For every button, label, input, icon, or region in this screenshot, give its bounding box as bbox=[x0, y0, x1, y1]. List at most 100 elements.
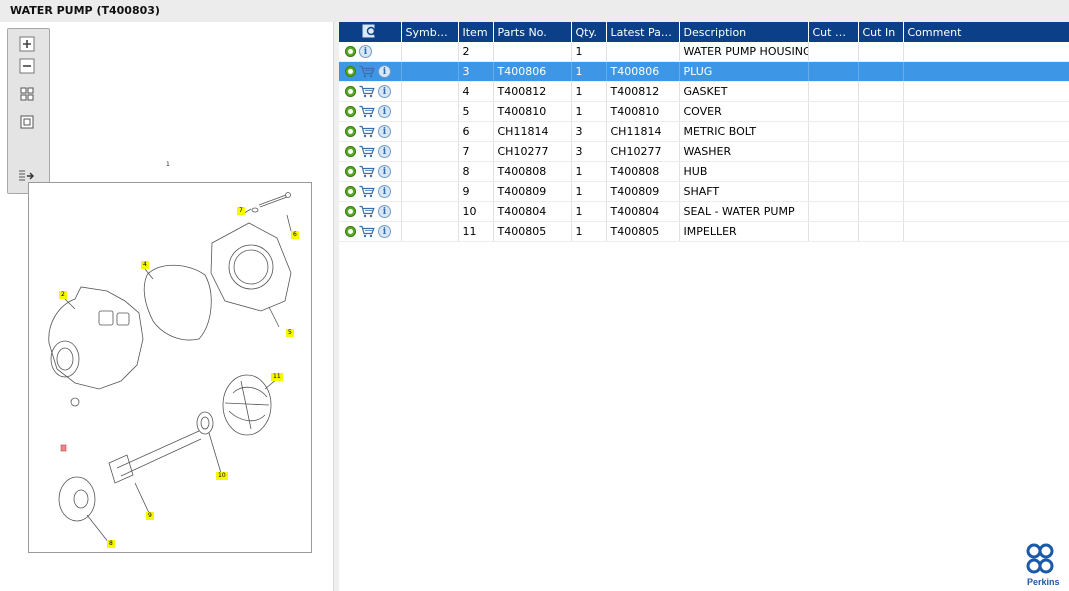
column-header-cut-out[interactable]: Cut Out bbox=[808, 22, 859, 42]
callout-label[interactable]: 9 bbox=[146, 512, 154, 520]
cell-cut-out bbox=[808, 121, 859, 142]
column-header-symbols[interactable]: Symbol(s) bbox=[401, 22, 459, 42]
info-icon[interactable]: i bbox=[378, 85, 391, 98]
cell-comment bbox=[903, 141, 1069, 162]
cell-description: HUB bbox=[679, 161, 809, 182]
cart-icon[interactable] bbox=[359, 205, 375, 218]
cart-icon[interactable] bbox=[359, 125, 375, 138]
zoom-in-button[interactable] bbox=[18, 35, 36, 53]
cell-item: 6 bbox=[458, 121, 494, 142]
row-actions: i bbox=[339, 201, 402, 222]
exploded-diagram: 2 4 5 6 7 8 9 10 11 1 bbox=[28, 161, 312, 553]
table-row[interactable]: i 7 CH10277 3 CH10277 WASHER bbox=[339, 141, 1069, 162]
gear-icon[interactable] bbox=[345, 66, 356, 77]
gear-icon[interactable] bbox=[345, 126, 356, 137]
column-header-parts-no[interactable]: Parts No. bbox=[493, 22, 572, 42]
info-icon[interactable]: i bbox=[378, 125, 391, 138]
cell-latest-part: T400806 bbox=[606, 61, 680, 82]
gear-icon[interactable] bbox=[345, 86, 356, 97]
info-icon[interactable]: i bbox=[378, 145, 391, 158]
gear-icon[interactable] bbox=[345, 146, 356, 157]
callout-label[interactable]: 4 bbox=[141, 261, 149, 269]
cell-cut-out bbox=[808, 141, 859, 162]
gear-icon[interactable] bbox=[345, 186, 356, 197]
info-icon[interactable]: i bbox=[378, 225, 391, 238]
info-icon[interactable]: i bbox=[378, 105, 391, 118]
info-icon[interactable]: i bbox=[378, 165, 391, 178]
fit-all-button[interactable] bbox=[18, 85, 36, 103]
gear-icon[interactable] bbox=[345, 46, 356, 57]
callout-label[interactable]: 6 bbox=[291, 231, 299, 239]
gear-icon[interactable] bbox=[345, 106, 356, 117]
water-pump-drawing bbox=[48, 171, 292, 544]
cart-icon[interactable] bbox=[359, 165, 375, 178]
cell-description: GASKET bbox=[679, 81, 809, 102]
cell-symbols bbox=[401, 81, 459, 102]
gear-icon[interactable] bbox=[345, 206, 356, 217]
cell-item: 11 bbox=[458, 221, 494, 242]
cell-qty: 1 bbox=[571, 42, 607, 62]
column-header-item[interactable]: Item bbox=[458, 22, 494, 42]
cell-item: 5 bbox=[458, 101, 494, 122]
cart-icon[interactable] bbox=[359, 105, 375, 118]
info-icon[interactable]: i bbox=[378, 185, 391, 198]
cart-icon[interactable] bbox=[359, 65, 375, 78]
column-header-qty[interactable]: Qty. bbox=[571, 22, 607, 42]
zoom-in-icon bbox=[19, 36, 35, 52]
cell-qty: 1 bbox=[571, 221, 607, 242]
cell-qty: 1 bbox=[571, 61, 607, 82]
zoom-out-button[interactable] bbox=[18, 57, 36, 75]
cart-icon[interactable] bbox=[359, 85, 375, 98]
table-row[interactable]: i 9 T400809 1 T400809 SHAFT bbox=[339, 181, 1069, 202]
cell-parts-no bbox=[493, 42, 572, 62]
column-header-description[interactable]: Description bbox=[679, 22, 809, 42]
cell-item: 8 bbox=[458, 161, 494, 182]
cell-cut-in bbox=[858, 101, 904, 122]
cell-parts-no: CH10277 bbox=[493, 141, 572, 162]
diagram-pane[interactable]: 2 4 5 6 7 8 9 10 11 1 bbox=[0, 22, 333, 591]
callout-label[interactable]: 8 bbox=[107, 540, 115, 548]
cell-cut-in bbox=[858, 221, 904, 242]
zoom-out-icon bbox=[19, 58, 35, 74]
table-row[interactable]: i 8 T400808 1 T400808 HUB bbox=[339, 161, 1069, 182]
gear-icon[interactable] bbox=[345, 226, 356, 237]
cart-icon[interactable] bbox=[359, 145, 375, 158]
gear-icon[interactable] bbox=[345, 166, 356, 177]
row-actions: i bbox=[339, 61, 402, 82]
cell-parts-no: CH11814 bbox=[493, 121, 572, 142]
table-row[interactable]: i 10 T400804 1 T400804 SEAL - WATER PUMP bbox=[339, 201, 1069, 222]
callout-label[interactable]: 5 bbox=[286, 329, 294, 337]
column-header-latest-part[interactable]: Latest Part... bbox=[606, 22, 680, 42]
table-row[interactable]: i 4 T400812 1 T400812 GASKET bbox=[339, 81, 1069, 102]
cell-comment bbox=[903, 201, 1069, 222]
cell-symbols bbox=[401, 221, 459, 242]
cell-qty: 1 bbox=[571, 101, 607, 122]
callout-label[interactable]: 7 bbox=[237, 207, 245, 215]
cell-qty: 3 bbox=[571, 121, 607, 142]
cell-description: COVER bbox=[679, 101, 809, 122]
cell-cut-in bbox=[858, 181, 904, 202]
cell-parts-no: T400810 bbox=[493, 101, 572, 122]
info-icon[interactable]: i bbox=[378, 65, 391, 78]
info-icon[interactable]: i bbox=[378, 205, 391, 218]
info-icon[interactable]: i bbox=[359, 45, 372, 58]
cart-icon[interactable] bbox=[359, 185, 375, 198]
row-actions: i bbox=[339, 161, 402, 182]
table-row[interactable]: i 6 CH11814 3 CH11814 METRIC BOLT bbox=[339, 121, 1069, 142]
column-header-cut-in[interactable]: Cut In bbox=[858, 22, 904, 42]
table-row[interactable]: i 2 1 WATER PUMP HOUSING bbox=[339, 42, 1069, 62]
cell-cut-out bbox=[808, 101, 859, 122]
column-header-comment[interactable]: Comment bbox=[903, 22, 1069, 42]
cell-comment bbox=[903, 61, 1069, 82]
column-header-actions[interactable] bbox=[339, 22, 402, 42]
table-row[interactable]: i 11 T400805 1 T400805 IMPELLER bbox=[339, 221, 1069, 242]
callout-label[interactable]: 10 bbox=[216, 472, 228, 480]
cart-icon[interactable] bbox=[359, 225, 375, 238]
callout-label[interactable]: 11 bbox=[271, 373, 283, 381]
table-row[interactable]: i 3 T400806 1 T400806 PLUG bbox=[339, 61, 1069, 82]
cell-latest-part bbox=[606, 42, 680, 62]
callout-label[interactable]: 2 bbox=[59, 291, 67, 299]
cell-parts-no: T400805 bbox=[493, 221, 572, 242]
fit-page-button[interactable] bbox=[18, 113, 36, 131]
table-row[interactable]: i 5 T400810 1 T400810 COVER bbox=[339, 101, 1069, 122]
